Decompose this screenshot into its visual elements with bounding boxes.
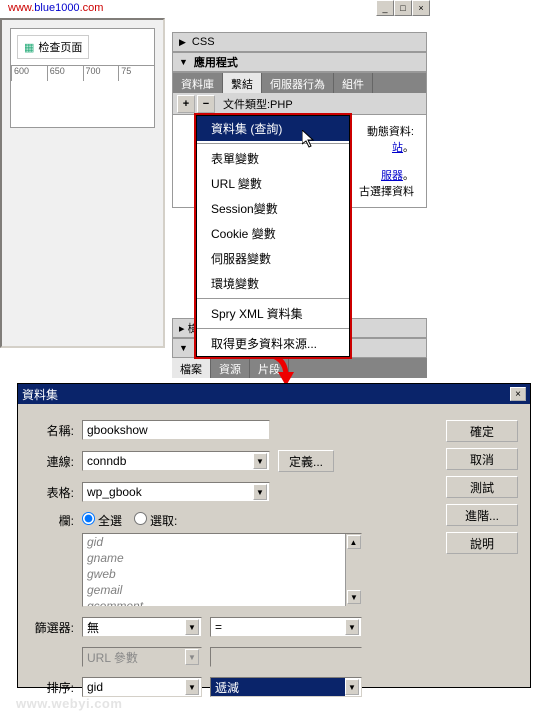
name-input[interactable]: [82, 420, 270, 440]
filter-field-select[interactable]: 無▼: [82, 617, 202, 637]
panel-toolbar: + − 文件類型:PHP: [173, 93, 426, 115]
column-radio-group: 全選 選取:: [82, 512, 362, 529]
chevron-down-icon: ▼: [253, 484, 267, 500]
menu-recordset[interactable]: 資料集 (查詢): [197, 116, 349, 141]
filter-op-select[interactable]: =▼: [210, 617, 362, 637]
maximize-button[interactable]: □: [394, 0, 412, 16]
add-dropdown-menu: 資料集 (查詢) 表單變數 URL 變數 Session變數 Cookie 變數…: [194, 113, 352, 359]
list-item: gemail: [83, 582, 361, 598]
menu-form-var[interactable]: 表單變數: [197, 146, 349, 171]
radio-select[interactable]: 選取:: [134, 512, 177, 529]
filter-value-input: [210, 647, 362, 667]
radio-all[interactable]: 全選: [82, 512, 122, 529]
scroll-down-icon[interactable]: ▼: [347, 590, 361, 604]
doctype-label: 文件類型:PHP: [223, 96, 293, 112]
ok-button[interactable]: 確定: [446, 420, 518, 442]
remove-button[interactable]: −: [197, 95, 215, 113]
filter-label: 篩選器:: [30, 619, 74, 636]
menu-server-var[interactable]: 伺服器變數: [197, 246, 349, 271]
sort-label: 排序:: [30, 679, 74, 696]
define-button[interactable]: 定義...: [278, 450, 334, 472]
tab-database[interactable]: 資料庫: [173, 73, 223, 93]
document-canvas: ▦ 检查页面 60065070075: [0, 18, 165, 348]
menu-spry-xml[interactable]: Spry XML 資料集: [197, 301, 349, 326]
tab-bar: 資料庫 繫結 伺服器行為 組件: [173, 73, 426, 93]
dialog-close-button[interactable]: ×: [510, 387, 526, 401]
chevron-down-icon: ▼: [253, 453, 267, 469]
app-panel-header[interactable]: ▼ 應用程式: [172, 52, 427, 72]
table-label: 表格:: [30, 484, 74, 501]
menu-session-var[interactable]: Session變數: [197, 196, 349, 221]
recordset-dialog: 資料集 × 名稱: 連線: conndb▼ 定義... 表格: wp_gbook…: [17, 383, 531, 688]
sort-order-select[interactable]: 遞減▼: [210, 677, 362, 697]
chevron-down-icon: ▼: [185, 619, 199, 635]
cursor-icon: [302, 130, 316, 151]
list-item: gid: [83, 534, 361, 550]
watermark: www.webyi.com: [16, 696, 122, 711]
menu-cookie-var[interactable]: Cookie 變數: [197, 221, 349, 246]
minimize-button[interactable]: _: [376, 0, 394, 16]
tab-bindings[interactable]: 繫結: [223, 73, 262, 93]
chevron-down-icon: ▼: [185, 649, 199, 665]
chevron-down-icon: ▼: [345, 619, 359, 635]
scroll-up-icon[interactable]: ▲: [347, 535, 361, 549]
tab-files[interactable]: 檔案: [172, 358, 211, 378]
test-button[interactable]: 測試: [446, 476, 518, 498]
menu-env-var[interactable]: 環境變數: [197, 271, 349, 296]
expand-icon: ▼: [179, 343, 188, 353]
table-select[interactable]: wp_gbook▼: [82, 482, 270, 502]
cancel-button[interactable]: 取消: [446, 448, 518, 470]
connection-select[interactable]: conndb▼: [82, 451, 270, 471]
columns-listbox[interactable]: gid gname gweb gemail gcomment ▲ ▼: [82, 533, 362, 607]
check-icon: ▦: [24, 41, 34, 54]
list-item: gcomment: [83, 598, 361, 607]
list-item: gname: [83, 550, 361, 566]
add-button[interactable]: +: [177, 95, 195, 113]
help-button[interactable]: 說明: [446, 532, 518, 554]
filter-param-select: URL 參數▼: [82, 647, 202, 667]
css-panel-header[interactable]: ▶ CSS: [172, 32, 427, 52]
site-link[interactable]: 站: [392, 142, 403, 154]
name-label: 名稱:: [30, 422, 74, 439]
ruler: 60065070075: [11, 65, 154, 81]
listbox-scrollbar[interactable]: ▲ ▼: [345, 534, 361, 606]
columns-label: 欄:: [30, 512, 74, 529]
advanced-button[interactable]: 進階...: [446, 504, 518, 526]
sort-field-select[interactable]: gid▼: [82, 677, 202, 697]
close-button[interactable]: ×: [412, 0, 430, 16]
tab-assets[interactable]: 資源: [211, 358, 250, 378]
expand-icon: ▼: [179, 57, 188, 67]
url-bar: www.blue1000.com: [0, 0, 111, 16]
chevron-down-icon: ▼: [345, 679, 359, 695]
window-controls: _ □ ×: [376, 0, 430, 16]
dialog-titlebar: 資料集 ×: [18, 384, 530, 404]
files-tabs: 檔案 資源 片段: [172, 358, 427, 378]
conn-label: 連線:: [30, 453, 74, 470]
list-item: gweb: [83, 566, 361, 582]
check-page-button[interactable]: ▦ 检查页面: [17, 35, 89, 59]
tab-server-behaviors[interactable]: 伺服器行為: [262, 73, 334, 93]
tab-components[interactable]: 組件: [334, 73, 373, 93]
server-link[interactable]: 服器: [381, 170, 403, 182]
chevron-down-icon: ▼: [185, 679, 199, 695]
collapse-icon: ▶: [179, 37, 186, 48]
menu-more-sources[interactable]: 取得更多資料來源...: [197, 331, 349, 356]
menu-url-var[interactable]: URL 變數: [197, 171, 349, 196]
